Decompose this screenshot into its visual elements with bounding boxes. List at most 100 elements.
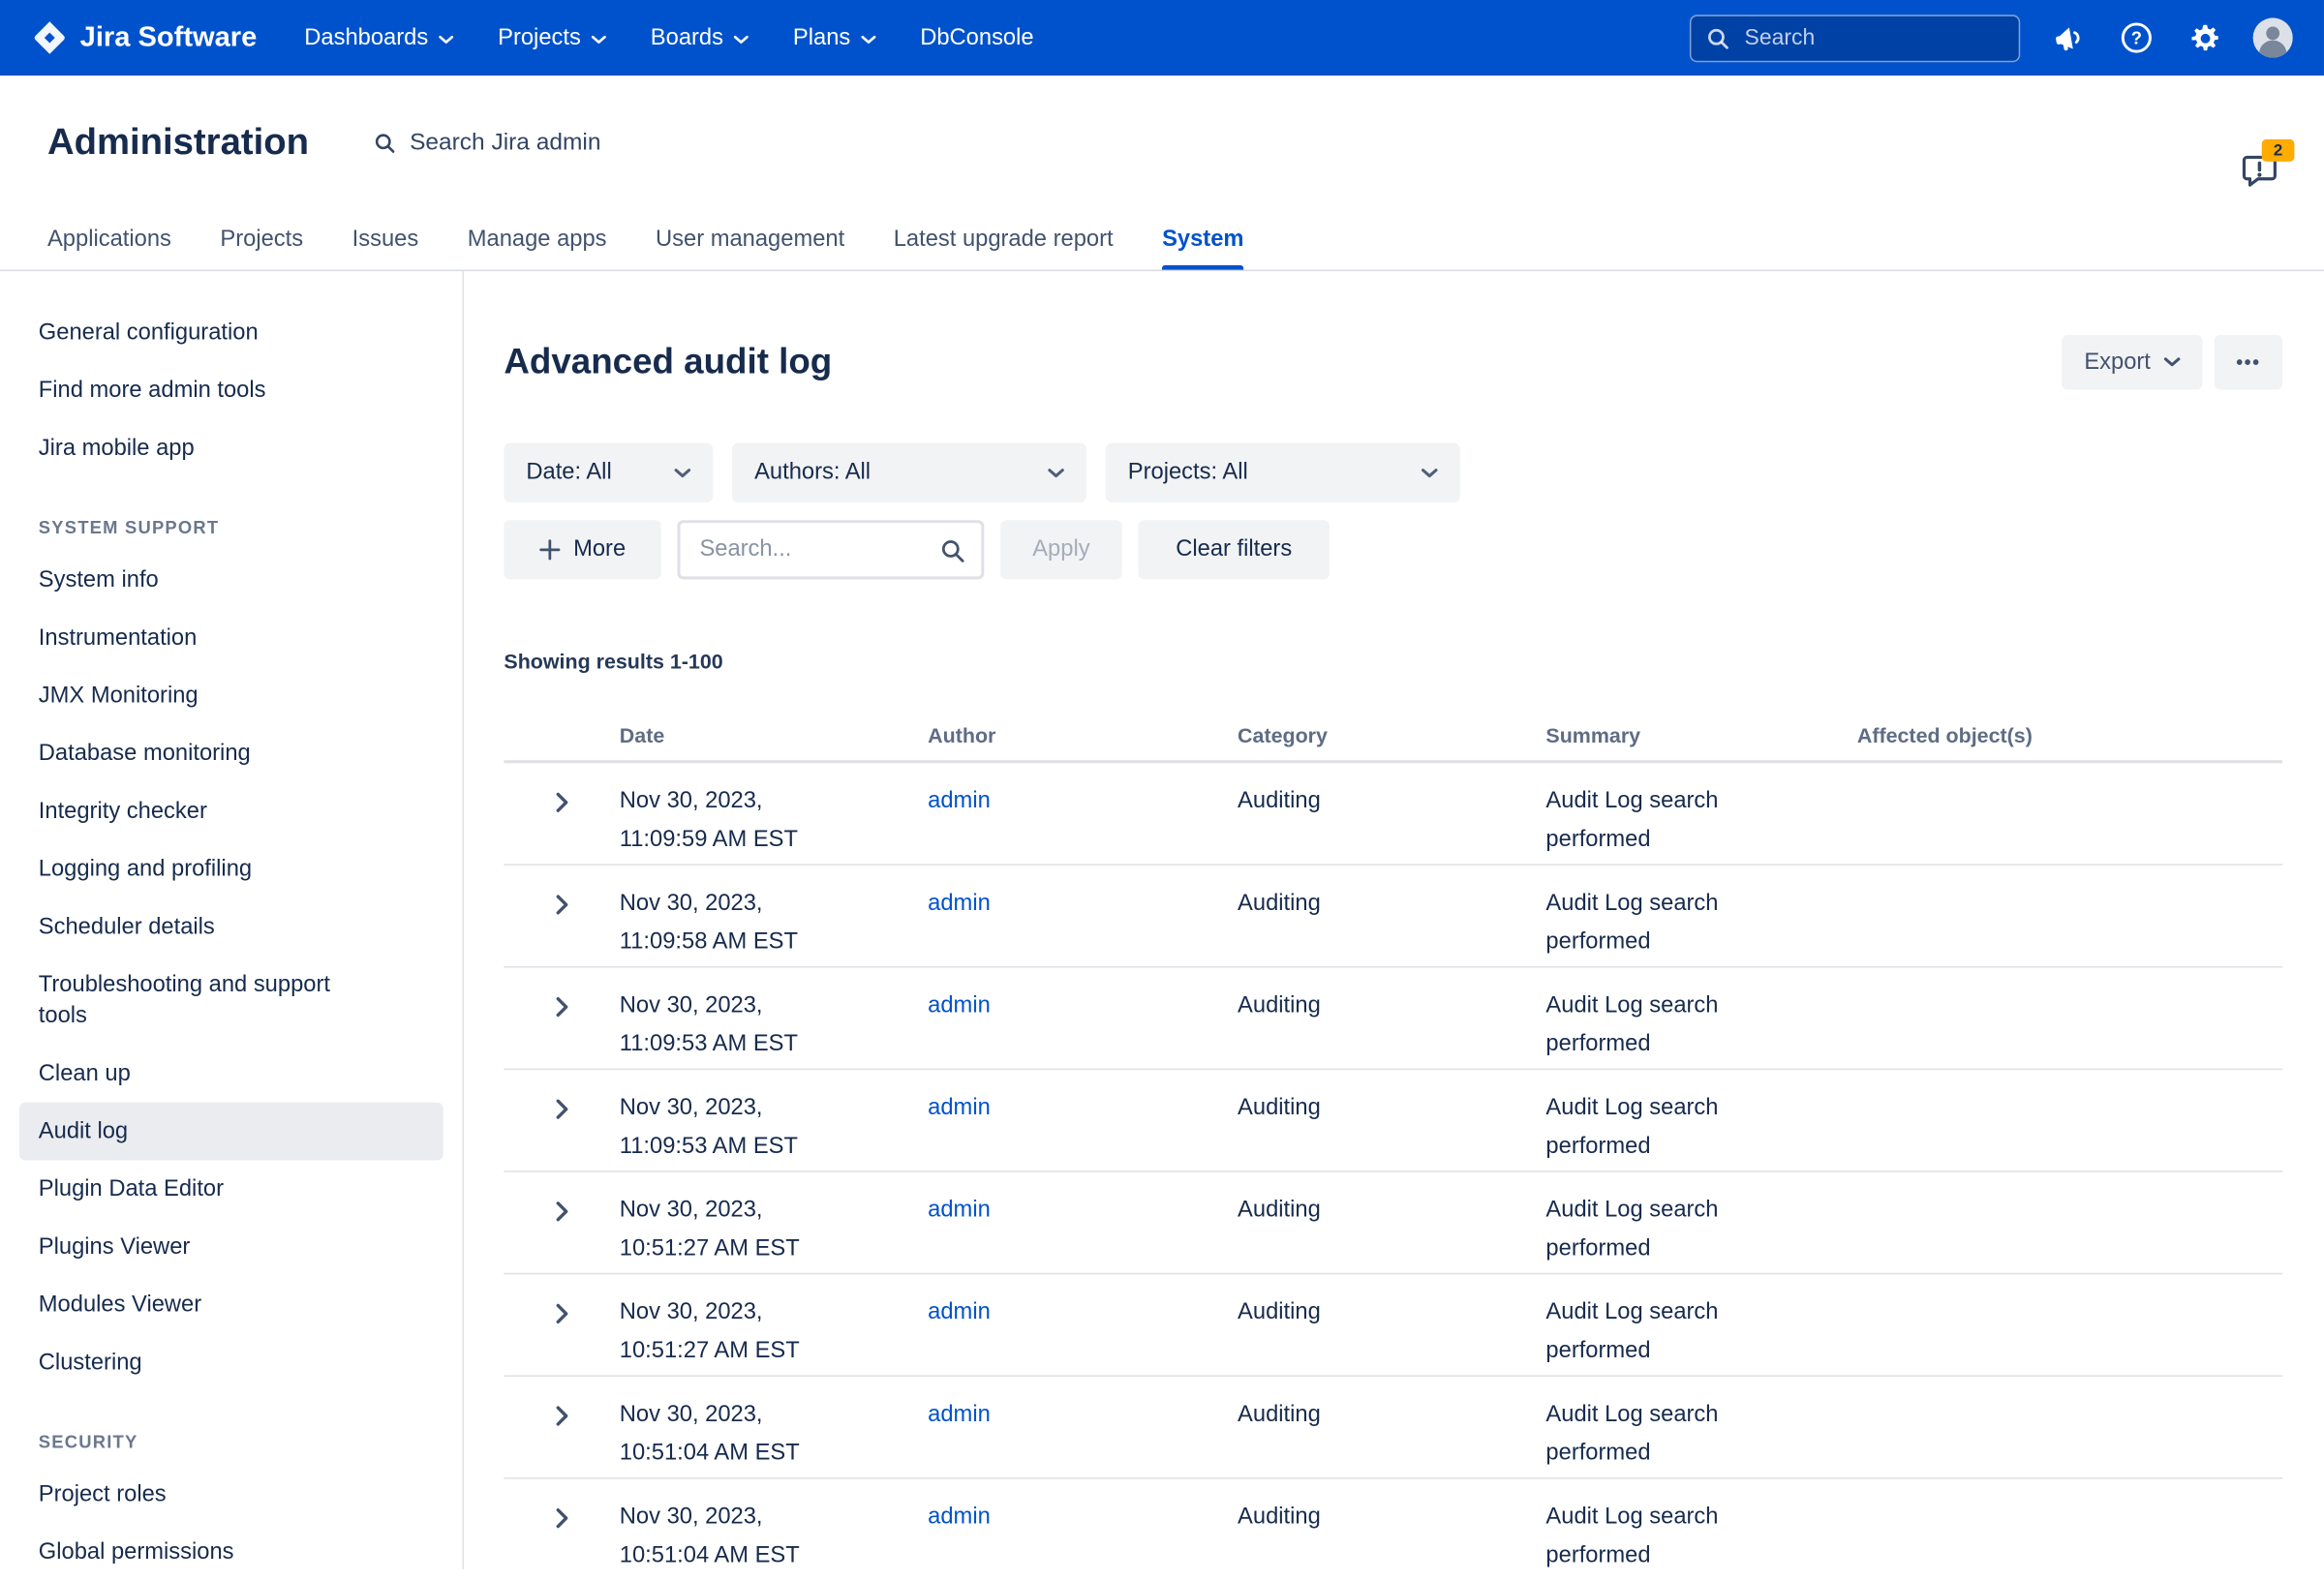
expand-row-button[interactable] <box>504 1396 619 1427</box>
megaphone-icon[interactable] <box>2048 17 2088 57</box>
sidebar-item-instrumentation[interactable]: Instrumentation <box>19 609 443 667</box>
audit-log-row: Nov 30, 2023, 11:09:53 AM EST admin Audi… <box>504 1070 2282 1172</box>
author-link[interactable]: admin <box>928 1198 991 1223</box>
expand-row-button[interactable] <box>504 1498 619 1529</box>
expand-row-button[interactable] <box>504 1293 619 1324</box>
feedback-button[interactable]: 2 <box>2240 153 2279 190</box>
section-title: Advanced audit log <box>504 342 832 383</box>
author-link[interactable]: admin <box>928 1402 991 1427</box>
audit-log-table: Date Author Category Summary Affected ob… <box>504 723 2282 1569</box>
cell-date: Nov 30, 2023, 11:09:53 AM EST <box>620 987 928 1064</box>
more-filters-button[interactable]: More <box>504 520 660 579</box>
expand-row-button[interactable] <box>504 1192 619 1223</box>
filter-dropdown-authors-all[interactable]: Authors: All <box>732 443 1086 502</box>
author-link[interactable]: admin <box>928 1505 991 1530</box>
help-icon[interactable]: ? <box>2117 17 2156 57</box>
topnav-item-plans[interactable]: Plans <box>793 24 875 51</box>
tab-issues[interactable]: Issues <box>352 227 419 269</box>
sidebar-item-system-info[interactable]: System info <box>19 551 443 609</box>
audit-log-row: Nov 30, 2023, 11:09:59 AM EST admin Audi… <box>504 763 2282 866</box>
tab-latest-upgrade-report[interactable]: Latest upgrade report <box>894 227 1114 269</box>
cell-category: Auditing <box>1238 885 1545 924</box>
column-header: Summary <box>1545 723 1856 746</box>
topnav-item-label: Projects <box>498 24 581 51</box>
jira-home-link[interactable]: Jira Software <box>31 19 257 56</box>
gear-icon[interactable] <box>2185 17 2224 57</box>
sidebar-item-jmx-monitoring[interactable]: JMX Monitoring <box>19 667 443 725</box>
tab-projects[interactable]: Projects <box>220 227 303 269</box>
sidebar-item-audit-log[interactable]: Audit log <box>19 1103 443 1161</box>
filter-dropdown-date-all[interactable]: Date: All <box>504 443 713 502</box>
author-link[interactable]: admin <box>928 1095 991 1120</box>
sidebar-item-label: Database monitoring <box>39 741 251 766</box>
sidebar-item-find-more-admin-tools[interactable]: Find more admin tools <box>19 361 443 419</box>
tab-user-management[interactable]: User management <box>656 227 844 269</box>
sidebar-item-plugin-data-editor[interactable]: Plugin Data Editor <box>19 1160 443 1218</box>
sidebar-item-global-permissions[interactable]: Global permissions <box>19 1523 443 1568</box>
filter-dropdown-projects-all[interactable]: Projects: All <box>1106 443 1460 502</box>
cell-date: Nov 30, 2023, 11:09:53 AM EST <box>620 1089 928 1167</box>
apply-button[interactable]: Apply <box>1000 520 1122 579</box>
sidebar-item-scheduler-details[interactable]: Scheduler details <box>19 898 443 957</box>
sidebar-item-jira-mobile-app[interactable]: Jira mobile app <box>19 419 443 477</box>
sidebar-item-general-configuration[interactable]: General configuration <box>19 304 443 362</box>
cell-summary: Audit Log search performed <box>1545 885 1805 962</box>
admin-search-label: Search Jira admin <box>410 130 600 157</box>
search-icon[interactable] <box>939 537 964 562</box>
filter-search-input[interactable] <box>696 535 931 565</box>
topnav-item-dashboards[interactable]: Dashboards <box>304 24 453 51</box>
table-body: Nov 30, 2023, 11:09:59 AM EST admin Audi… <box>504 763 2282 1569</box>
tab-system[interactable]: System <box>1162 227 1243 269</box>
author-link[interactable]: admin <box>928 993 991 1019</box>
chevron-right-icon <box>555 1507 568 1530</box>
clear-filters-button[interactable]: Clear filters <box>1139 520 1330 579</box>
sidebar-item-label: Instrumentation <box>39 625 198 651</box>
audit-log-row: Nov 30, 2023, 10:51:27 AM EST admin Audi… <box>504 1274 2282 1377</box>
sidebar-item-database-monitoring[interactable]: Database monitoring <box>19 724 443 782</box>
topnav-item-boards[interactable]: Boards <box>651 24 749 51</box>
tab-manage-apps[interactable]: Manage apps <box>468 227 607 269</box>
cell-date: Nov 30, 2023, 10:51:04 AM EST <box>620 1498 928 1568</box>
global-search-input[interactable] <box>1741 23 2003 51</box>
sidebar-item-label: Logging and profiling <box>39 857 252 882</box>
more-menu-button[interactable]: ••• <box>2215 335 2282 390</box>
sidebar-item-modules-viewer[interactable]: Modules Viewer <box>19 1276 443 1334</box>
expand-row-button[interactable] <box>504 987 619 1018</box>
sidebar-item-logging-and-profiling[interactable]: Logging and profiling <box>19 840 443 898</box>
topnav-item-projects[interactable]: Projects <box>498 24 606 51</box>
expand-row-button[interactable] <box>504 885 619 916</box>
cell-date: Nov 30, 2023, 11:09:58 AM EST <box>620 885 928 962</box>
user-avatar[interactable] <box>2253 17 2293 57</box>
admin-tabs: Applications Projects Issues Manage apps… <box>0 227 2324 269</box>
cell-category: Auditing <box>1238 987 1545 1025</box>
topnav-menu: Dashboards Projects Boards Plans DbConso… <box>304 24 1033 51</box>
admin-search[interactable]: Search Jira admin <box>374 130 600 157</box>
sidebar-item-clean-up[interactable]: Clean up <box>19 1045 443 1103</box>
author-link[interactable]: admin <box>928 891 991 916</box>
sidebar-item-clustering[interactable]: Clustering <box>19 1334 443 1392</box>
tab-applications[interactable]: Applications <box>47 227 171 269</box>
content-area: General configuration Find more admin to… <box>0 271 2324 1569</box>
sidebar-item-label: Plugin Data Editor <box>39 1176 224 1201</box>
author-link[interactable]: admin <box>928 788 991 813</box>
export-button[interactable]: Export <box>2062 335 2202 390</box>
column-header: Category <box>1238 723 1545 746</box>
sidebar-item-label: General configuration <box>39 320 259 346</box>
audit-log-row: Nov 30, 2023, 10:51:04 AM EST admin Audi… <box>504 1377 2282 1479</box>
search-icon <box>374 132 396 154</box>
notification-badge: 2 <box>2262 139 2295 162</box>
sidebar-item-label: Troubleshooting and support tools <box>39 972 330 1028</box>
column-header: Affected object(s) <box>1857 723 2282 746</box>
expand-row-button[interactable] <box>504 782 619 813</box>
cell-category: Auditing <box>1238 1498 1545 1536</box>
sidebar-item-label: Scheduler details <box>39 914 215 939</box>
sidebar-item-project-roles[interactable]: Project roles <box>19 1466 443 1524</box>
sidebar-item-plugins-viewer[interactable]: Plugins Viewer <box>19 1218 443 1276</box>
audit-log-row: Nov 30, 2023, 11:09:58 AM EST admin Audi… <box>504 866 2282 968</box>
author-link[interactable]: admin <box>928 1299 991 1324</box>
chevron-down-icon <box>592 32 606 44</box>
sidebar-item-integrity-checker[interactable]: Integrity checker <box>19 782 443 840</box>
topnav-item-dbconsole[interactable]: DbConsole <box>920 24 1033 51</box>
sidebar-item-troubleshooting-and-support-tools[interactable]: Troubleshooting and support tools <box>19 956 443 1045</box>
expand-row-button[interactable] <box>504 1089 619 1120</box>
